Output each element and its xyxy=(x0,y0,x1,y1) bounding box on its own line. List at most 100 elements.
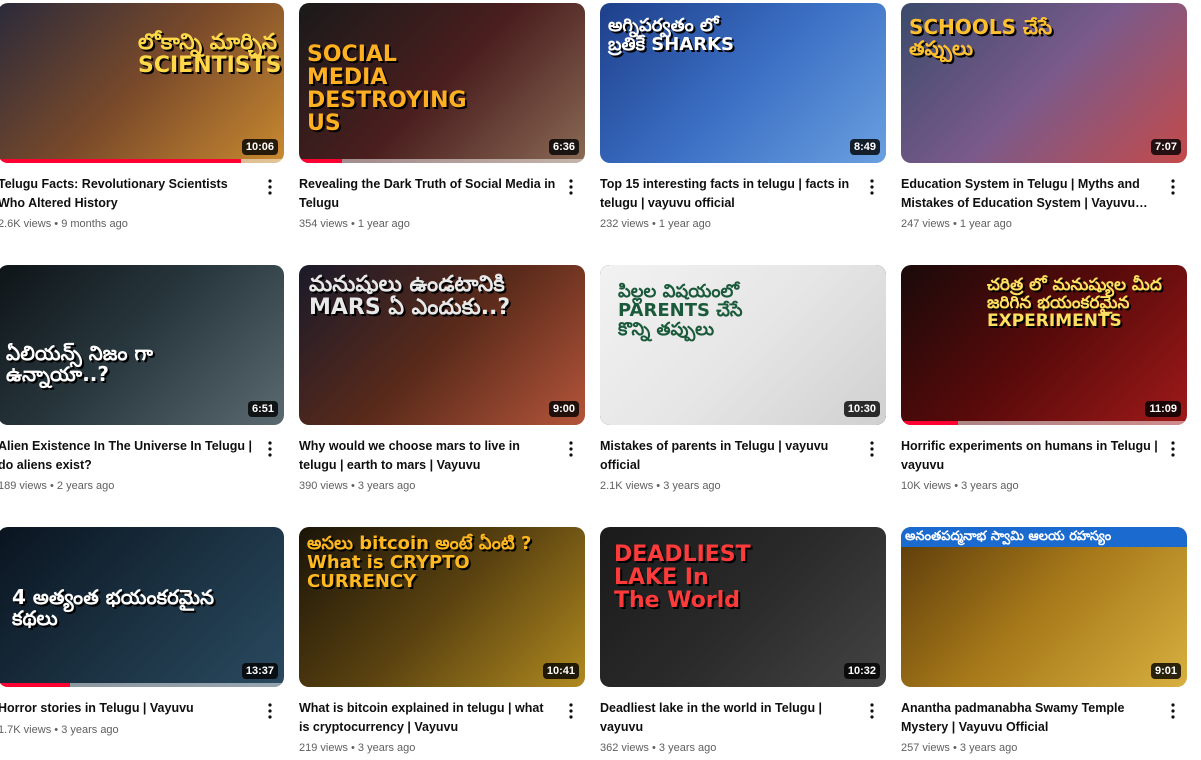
video-title[interactable]: Horror stories in Telugu | Vayuvu xyxy=(0,699,256,718)
video-thumbnail[interactable]: అనంతపద్మనాభ స్వామి ఆలయ రహస్యం 9:01 xyxy=(901,527,1187,687)
thumbnail-caption: లోకాన్ని మార్చిన SCIENTISTS xyxy=(138,30,282,79)
video-card[interactable]: చరిత్ర లో మనుష్యుల మీద జరిగిన భయంకరమైన E… xyxy=(901,265,1187,492)
view-count: 247 views xyxy=(901,218,950,230)
dot-separator: • xyxy=(350,742,358,754)
more-actions-icon[interactable] xyxy=(260,701,280,721)
view-count: 1.7K views xyxy=(0,723,52,736)
video-card[interactable]: SCHOOLS చేసే తప్పులు 7:07 Education Syst… xyxy=(901,3,1187,230)
dot-separator: • xyxy=(49,480,57,492)
upload-age: 2 years ago xyxy=(56,480,115,492)
upload-age: 3 years ago xyxy=(663,480,721,492)
more-actions-icon[interactable] xyxy=(561,701,581,721)
thumbnail-caption: 4 అత్యంత భయంకరమైన కథలు xyxy=(12,585,215,630)
thumbnail-caption: పిల్లల విషయంలో PARENTS చేసే కొన్ని తప్పు… xyxy=(618,281,743,340)
video-thumbnail[interactable]: ఏలియన్స్ నిజం గా ఉన్నాయా..? 6:51 xyxy=(0,265,284,425)
video-stats: 390 views • 3 years ago xyxy=(299,480,557,492)
more-actions-icon[interactable] xyxy=(1163,439,1183,459)
video-thumbnail[interactable]: SCHOOLS చేసే తప్పులు 7:07 xyxy=(901,3,1187,163)
view-count: 189 views xyxy=(0,480,47,492)
duration-badge: 6:36 xyxy=(548,139,579,155)
progress-track xyxy=(299,159,585,163)
video-thumbnail[interactable]: అగ్నిపర్వతం లో బ్రతికే SHARKS 8:49 xyxy=(600,3,886,163)
more-actions-icon[interactable] xyxy=(561,439,581,459)
upload-age: 3 years ago xyxy=(658,742,717,754)
thumbnail-caption: SCHOOLS చేసే తప్పులు xyxy=(909,15,1053,60)
duration-badge: 11:09 xyxy=(1145,401,1181,417)
video-title[interactable]: Anantha padmanabha Swamy Temple Mystery … xyxy=(901,699,1159,736)
video-card[interactable]: లోకాన్ని మార్చిన SCIENTISTS 10:06 Telugu… xyxy=(0,3,284,230)
more-actions-icon[interactable] xyxy=(561,177,581,197)
video-card[interactable]: అగ్నిపర్వతం లో బ్రతికే SHARKS 8:49 Top 1… xyxy=(600,3,886,230)
video-thumbnail[interactable]: మనుషులు ఉండటానికి MARS ఏ ఎందుకు..? 9:00 xyxy=(299,265,585,425)
thumbnail-caption: అనంతపద్మనాభ స్వామి ఆలయ రహస్యం xyxy=(901,527,1187,547)
video-title[interactable]: Deadliest lake in the world in Telugu | … xyxy=(600,699,858,736)
video-card[interactable]: DEADLIEST LAKE In The World 10:32 Deadli… xyxy=(600,527,886,754)
video-title[interactable]: Why would we choose mars to live in telu… xyxy=(299,437,557,474)
video-title[interactable]: Top 15 interesting facts in telugu | fac… xyxy=(600,175,858,212)
more-actions-icon[interactable] xyxy=(862,177,882,197)
thumbnail-image xyxy=(901,527,1187,687)
view-count: 219 views xyxy=(299,742,348,754)
more-actions-icon[interactable] xyxy=(1163,701,1183,721)
video-thumbnail[interactable]: లోకాన్ని మార్చిన SCIENTISTS 10:06 xyxy=(0,3,284,163)
more-actions-icon[interactable] xyxy=(862,701,882,721)
video-thumbnail[interactable]: SOCIAL MEDIA DESTROYING US 6:36 xyxy=(299,3,585,163)
more-actions-icon[interactable] xyxy=(1163,177,1183,197)
watch-progress xyxy=(0,159,242,163)
duration-badge: 8:49 xyxy=(849,139,880,155)
video-stats: 257 views • 3 years ago xyxy=(901,742,1159,754)
video-card[interactable]: పిల్లల విషయంలో PARENTS చేసే కొన్ని తప్పు… xyxy=(600,265,886,492)
duration-badge: 10:30 xyxy=(843,401,880,417)
duration-badge: 9:00 xyxy=(548,401,579,417)
video-stats: 219 views • 3 years ago xyxy=(299,742,557,754)
upload-age: 3 years ago xyxy=(357,742,416,754)
video-card[interactable]: 4 అత్యంత భయంకరమైన కథలు 13:37 Horror stor… xyxy=(0,527,284,736)
video-stats: 2.6K views • 9 months ago xyxy=(0,218,256,230)
video-meta: Horror stories in Telugu | Vayuvu 1.7K v… xyxy=(0,699,284,736)
upload-age: 3 years ago xyxy=(961,480,1019,492)
thumbnail-caption: SOCIAL MEDIA DESTROYING US xyxy=(307,42,467,137)
view-count: 354 views xyxy=(299,218,348,230)
video-thumbnail[interactable]: 4 అత్యంత భయంకరమైన కథలు 13:37 xyxy=(0,527,284,687)
video-title[interactable]: Telugu Facts: Revolutionary Scientists W… xyxy=(0,175,256,212)
video-stats: 1.7K views • 3 years ago xyxy=(0,724,256,736)
video-title[interactable]: Alien Existence In The Universe In Telug… xyxy=(0,437,256,474)
video-card[interactable]: మనుషులు ఉండటానికి MARS ఏ ఎందుకు..? 9:00 … xyxy=(299,265,585,492)
video-stats: 10K views • 3 years ago xyxy=(901,480,1159,492)
video-stats: 232 views • 1 year ago xyxy=(600,218,858,230)
video-card[interactable]: SOCIAL MEDIA DESTROYING US 6:36 Revealin… xyxy=(299,3,585,230)
duration-badge: 9:01 xyxy=(1150,663,1181,679)
video-title[interactable]: Revealing the Dark Truth of Social Media… xyxy=(299,175,557,212)
video-title[interactable]: Mistakes of parents in Telugu | vayuvu o… xyxy=(600,437,858,474)
thumbnail-caption: మనుషులు ఉండటానికి MARS ఏ ఎందుకు..? xyxy=(309,272,511,321)
more-actions-icon[interactable] xyxy=(260,439,280,459)
video-meta: Telugu Facts: Revolutionary Scientists W… xyxy=(0,175,284,230)
thumbnail-caption: అగ్నిపర్వతం లో బ్రతికే SHARKS xyxy=(608,15,734,55)
video-card[interactable]: అనంతపద్మనాభ స్వామి ఆలయ రహస్యం 9:01 Anant… xyxy=(901,527,1187,754)
video-stats: 362 views • 3 years ago xyxy=(600,742,858,754)
video-card[interactable]: ఏలియన్స్ నిజం గా ఉన్నాయా..? 6:51 Alien E… xyxy=(0,265,284,492)
view-count: 257 views xyxy=(901,742,950,754)
more-actions-icon[interactable] xyxy=(862,439,882,459)
video-grid: లోకాన్ని మార్చిన SCIENTISTS 10:06 Telugu… xyxy=(0,0,1201,760)
video-thumbnail[interactable]: అసలు bitcoin అంటే ఏంటి ? What is CRYPTO … xyxy=(299,527,585,687)
video-title[interactable]: Horrific experiments on humans in Telugu… xyxy=(901,437,1159,474)
duration-badge: 13:37 xyxy=(241,663,278,679)
more-actions-icon[interactable] xyxy=(260,177,280,197)
dot-separator: • xyxy=(952,218,960,230)
video-title[interactable]: Education System in Telugu | Myths and M… xyxy=(901,175,1159,212)
thumbnail-caption: చరిత్ర లో మనుష్యుల మీద జరిగిన భయంకరమైన E… xyxy=(987,275,1162,331)
video-meta: Mistakes of parents in Telugu | vayuvu o… xyxy=(600,437,886,492)
view-count: 10K views xyxy=(901,480,952,492)
upload-age: 1 year ago xyxy=(658,218,711,230)
view-count: 2.6K views xyxy=(0,218,52,230)
video-stats: 189 views • 2 years ago xyxy=(0,480,256,492)
dot-separator: • xyxy=(651,218,659,230)
video-thumbnail[interactable]: DEADLIEST LAKE In The World 10:32 xyxy=(600,527,886,687)
video-title[interactable]: What is bitcoin explained in telugu | wh… xyxy=(299,699,557,736)
video-stats: 247 views • 1 year ago xyxy=(901,218,1159,230)
video-thumbnail[interactable]: చరిత్ర లో మనుష్యుల మీద జరిగిన భయంకరమైన E… xyxy=(901,265,1187,425)
video-thumbnail[interactable]: పిల్లల విషయంలో PARENTS చేసే కొన్ని తప్పు… xyxy=(600,265,886,425)
video-card[interactable]: అసలు bitcoin అంటే ఏంటి ? What is CRYPTO … xyxy=(299,527,585,754)
duration-badge: 7:07 xyxy=(1150,139,1181,155)
